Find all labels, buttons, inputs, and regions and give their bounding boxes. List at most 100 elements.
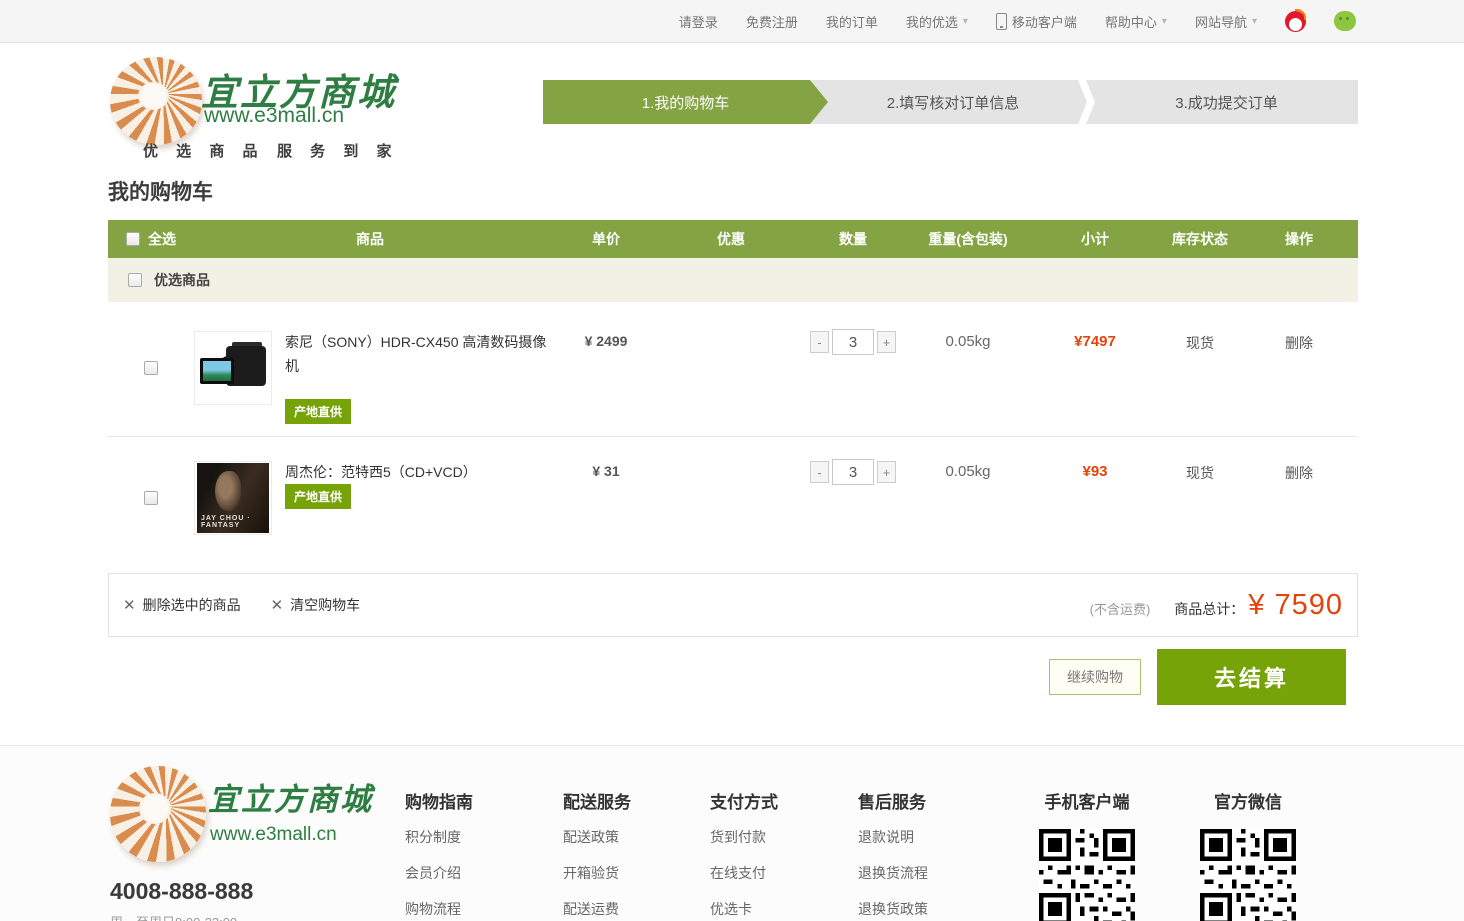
footer-column-title: 购物指南	[405, 788, 473, 813]
service-hours: 周一至周日8:00-22:00	[110, 912, 237, 921]
register-link[interactable]: 免费注册	[746, 12, 798, 31]
footer-column-after-sales: 售后服务 退款说明 退换货流程 退换货政策 隐私条款	[858, 788, 928, 921]
mobile-phone-icon	[996, 13, 1007, 30]
x-icon: ✕	[123, 596, 136, 614]
origin-badge: 产地直供	[285, 484, 351, 509]
wechat-logo	[1334, 11, 1356, 31]
brand-url: www.e3mall.cn	[204, 104, 344, 128]
item-weight: 0.05kg	[908, 333, 1028, 350]
footer-column-shopping-guide: 购物指南 积分制度 会员介绍 购物流程 常见问题	[405, 788, 473, 921]
my-orders-link[interactable]: 我的订单	[826, 12, 878, 31]
checkout-button[interactable]: 去结算	[1157, 649, 1346, 705]
footer-link[interactable]: 优选卡	[710, 899, 778, 919]
header-action: 操作	[1240, 220, 1358, 258]
weibo-icon[interactable]	[1285, 11, 1306, 32]
footer-link[interactable]: 配送运费	[563, 899, 631, 919]
site-nav-label: 网站导航	[1195, 12, 1247, 31]
mobile-client-link[interactable]: 移动客户端	[996, 12, 1077, 31]
footer-brand-url: www.e3mall.cn	[210, 824, 337, 846]
clear-cart-button[interactable]: ✕ 清空购物车	[271, 595, 361, 615]
site-nav-menu[interactable]: 网站导航 ▾	[1195, 12, 1257, 31]
footer-link[interactable]: 在线支付	[710, 863, 778, 883]
x-icon: ✕	[271, 596, 284, 614]
checkout-steps: 1.我的购物车 2.填写核对订单信息 3.成功提交订单	[543, 80, 1358, 124]
total-label: 商品总计：	[1174, 599, 1244, 619]
login-link[interactable]: 请登录	[679, 12, 718, 31]
step-order-info-label: 2.填写核对订单信息	[887, 92, 1020, 113]
item-checkbox[interactable]	[144, 491, 158, 505]
wechat-icon[interactable]	[1334, 11, 1356, 31]
delete-item-link[interactable]: 删除	[1240, 333, 1358, 353]
qty-value[interactable]: 3	[832, 329, 874, 355]
footer-link[interactable]: 退换货政策	[858, 899, 928, 919]
header-product: 商品	[303, 220, 437, 258]
slogan-left: 优 选 商 品	[143, 140, 265, 161]
select-all-label: 全选	[148, 229, 176, 249]
brand-shell-logo[interactable]	[110, 57, 202, 145]
freight-note: (不含运费)	[1090, 599, 1151, 618]
delete-item-link[interactable]: 删除	[1240, 463, 1358, 483]
top-nav-bar: 请登录 免费注册 我的订单 我的优选 ▾ 移动客户端 帮助中心 ▾ 网站导航 ▾	[0, 0, 1464, 43]
footer-column-title: 配送服务	[563, 788, 631, 813]
qty-increase-button[interactable]: +	[877, 461, 896, 483]
quantity-stepper: - 3 +	[798, 459, 908, 485]
qty-decrease-button[interactable]: -	[810, 331, 829, 353]
qr-title: 手机客户端	[1022, 788, 1152, 813]
chevron-down-icon: ▾	[963, 16, 968, 27]
origin-badge: 产地直供	[285, 399, 351, 424]
footer-link[interactable]: 配送政策	[563, 827, 631, 847]
footer-brand-name: 宜立方商城	[208, 774, 373, 819]
group-checkbox[interactable]	[128, 273, 142, 287]
product-image-album[interactable]: JAY CHOU · FANTASY	[194, 461, 272, 535]
step-separator	[1078, 80, 1095, 124]
footer-link[interactable]: 积分制度	[405, 827, 473, 847]
footer-link[interactable]: 货到付款	[710, 827, 778, 847]
step-cart-label: 1.我的购物车	[642, 92, 730, 113]
step-order-info: 2.填写核对订单信息	[828, 80, 1078, 124]
header-select-all: 全选	[126, 220, 206, 258]
register-label: 免费注册	[746, 12, 798, 31]
footer-shell-logo	[110, 766, 206, 862]
cart-summary-bar: ✕ 删除选中的商品 ✕ 清空购物车 (不含运费) 商品总计： ¥ 7590	[108, 573, 1358, 637]
slogan-right: 服 务 到 家	[277, 140, 399, 161]
delete-selected-button[interactable]: ✕ 删除选中的商品	[123, 595, 241, 615]
product-title[interactable]: 周杰伦：范特西5（CD+VCD）	[285, 460, 547, 484]
header-discount: 优惠	[664, 220, 798, 258]
item-checkbox[interactable]	[144, 361, 158, 375]
album-cover-text: JAY CHOU · FANTASY	[201, 515, 269, 529]
step-submit-success: 3.成功提交订单	[1095, 80, 1358, 124]
my-picks-menu[interactable]: 我的优选 ▾	[906, 12, 968, 31]
delete-selected-label: 删除选中的商品	[143, 595, 241, 615]
footer: 宜立方商城 www.e3mall.cn 4008-888-888 周一至周日8:…	[0, 745, 1464, 921]
my-picks-label: 我的优选	[906, 12, 958, 31]
product-image-camcorder[interactable]	[194, 331, 272, 405]
qty-increase-button[interactable]: +	[877, 331, 896, 353]
footer-link[interactable]: 开箱验货	[563, 863, 631, 883]
footer-column-delivery: 配送服务 配送政策 开箱验货 配送运费 配送范围	[563, 788, 631, 921]
header-quantity: 数量	[798, 220, 908, 258]
footer-link[interactable]: 会员介绍	[405, 863, 473, 883]
cart-table-header: 全选 商品 单价 优惠 数量 重量(含包装) 小计 库存状态 操作	[108, 220, 1358, 258]
login-label: 请登录	[679, 12, 718, 31]
footer-link[interactable]: 退款说明	[858, 827, 928, 847]
help-center-menu[interactable]: 帮助中心 ▾	[1105, 12, 1167, 31]
shopping-cart-page: 请登录 免费注册 我的订单 我的优选 ▾ 移动客户端 帮助中心 ▾ 网站导航 ▾	[0, 0, 1464, 921]
footer-link[interactable]: 购物流程	[405, 899, 473, 919]
chevron-down-icon: ▾	[1162, 16, 1167, 27]
qr-code-official-wechat	[1200, 829, 1296, 921]
header-unit-price: 单价	[548, 220, 664, 258]
qty-value[interactable]: 3	[832, 459, 874, 485]
continue-shopping-button[interactable]: 继续购物	[1049, 659, 1141, 695]
album-illustration: JAY CHOU · FANTASY	[197, 463, 269, 533]
qty-decrease-button[interactable]: -	[810, 461, 829, 483]
service-phone: 4008-888-888	[110, 878, 253, 905]
clear-cart-label: 清空购物车	[290, 595, 360, 615]
footer-link[interactable]: 退换货流程	[858, 863, 928, 883]
product-title[interactable]: 索尼（SONY）HDR-CX450 高清数码摄像机	[285, 330, 547, 378]
group-row-featured: 优选商品	[108, 258, 1358, 302]
unit-price: ¥ 31	[548, 463, 664, 479]
select-all-checkbox[interactable]	[126, 232, 140, 246]
unit-price: ¥ 2499	[548, 333, 664, 349]
page-title: 我的购物车	[108, 176, 213, 206]
cart-item-row: 索尼（SONY）HDR-CX450 高清数码摄像机 产地直供 ¥ 2499 - …	[108, 319, 1358, 437]
